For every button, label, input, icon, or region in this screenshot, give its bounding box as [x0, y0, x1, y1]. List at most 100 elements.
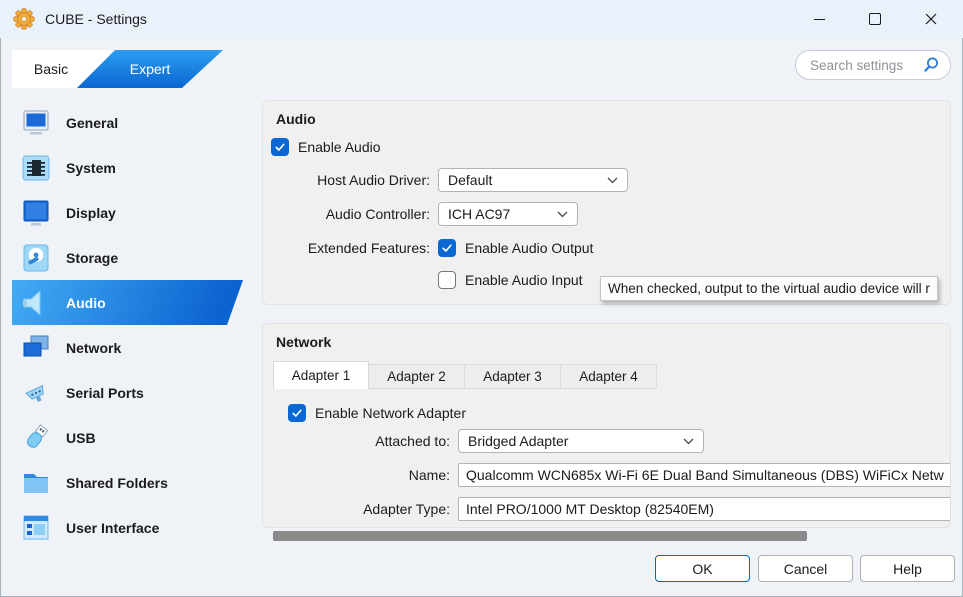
minimize-icon	[814, 19, 825, 20]
search-icon[interactable]	[922, 56, 940, 74]
search-input[interactable]: Search settings	[795, 50, 951, 80]
close-button[interactable]	[903, 0, 959, 38]
sidebar-item-general[interactable]: General	[12, 100, 254, 145]
enable-network-adapter-checkbox[interactable]	[288, 404, 306, 422]
tab-adapter-1[interactable]: Adapter 1	[273, 361, 369, 389]
enable-audio-label: Enable Audio	[298, 139, 381, 155]
audio-controller-row: Audio Controller: ICH AC97	[263, 202, 950, 226]
system-icon	[21, 154, 51, 182]
help-button-label: Help	[893, 561, 922, 577]
maximize-icon	[869, 13, 881, 25]
tab-adapter-3[interactable]: Adapter 3	[465, 364, 561, 389]
name-field[interactable]: Qualcomm WCN685x Wi-Fi 6E Dual Band Simu…	[458, 463, 951, 487]
attached-to-select[interactable]: Bridged Adapter	[458, 429, 704, 453]
adapter-type-value: Intel PRO/1000 MT Desktop (82540EM)	[466, 501, 714, 517]
usb-icon	[21, 424, 51, 452]
enable-network-adapter-row: Enable Network Adapter	[288, 404, 951, 422]
tab-adapter-2[interactable]: Adapter 2	[369, 364, 465, 389]
sidebar-item-user-interface[interactable]: User Interface	[12, 505, 254, 550]
host-audio-driver-label: Host Audio Driver:	[263, 172, 430, 188]
audio-controller-select[interactable]: ICH AC97	[438, 202, 578, 226]
checkmark-icon	[291, 407, 303, 419]
sidebar-item-label: Display	[66, 205, 116, 221]
sidebar-item-network[interactable]: Network	[12, 325, 254, 370]
shared-folders-icon	[21, 469, 51, 497]
sidebar-item-storage[interactable]: Storage	[12, 235, 254, 280]
audio-icon	[21, 289, 51, 317]
horizontal-scrollbar[interactable]	[273, 531, 807, 541]
minimize-button[interactable]	[791, 0, 847, 38]
audio-section-title: Audio	[276, 111, 316, 127]
audio-section: Audio Enable Audio Host Audio Driver: De…	[262, 100, 951, 305]
close-icon	[925, 13, 937, 25]
checkmark-icon	[274, 141, 286, 153]
adapter-tab-bar: Adapter 1 Adapter 2 Adapter 3 Adapter 4	[273, 361, 657, 389]
host-audio-driver-value: Default	[448, 172, 492, 188]
host-audio-driver-row: Host Audio Driver: Default	[263, 168, 950, 192]
checkmark-icon	[441, 242, 453, 254]
tab-adapter-4-label: Adapter 4	[579, 369, 638, 384]
network-section: Network Adapter 1 Adapter 2 Adapter 3 Ad…	[262, 323, 951, 528]
network-section-title: Network	[276, 334, 331, 350]
sidebar-item-label: Network	[66, 340, 121, 356]
tab-adapter-2-label: Adapter 2	[387, 369, 446, 384]
sidebar-item-shared-folders[interactable]: Shared Folders	[12, 460, 254, 505]
sidebar-item-label: Shared Folders	[66, 475, 168, 491]
ok-button[interactable]: OK	[655, 555, 750, 582]
maximize-button[interactable]	[847, 0, 903, 38]
serial-ports-icon	[21, 379, 51, 407]
sidebar-item-label: Serial Ports	[66, 385, 144, 401]
cancel-button[interactable]: Cancel	[758, 555, 853, 582]
adapter-type-field[interactable]: Intel PRO/1000 MT Desktop (82540EM)	[458, 497, 951, 521]
name-value: Qualcomm WCN685x Wi-Fi 6E Dual Band Simu…	[466, 467, 944, 483]
sidebar-item-serial-ports[interactable]: Serial Ports	[12, 370, 254, 415]
tab-expert-label: Expert	[130, 61, 170, 77]
chevron-down-icon	[557, 211, 568, 218]
enable-audio-input-label: Enable Audio Input	[465, 272, 583, 288]
host-audio-driver-select[interactable]: Default	[438, 168, 628, 192]
enable-audio-output-row: Extended Features: Enable Audio Output	[263, 239, 950, 257]
tab-adapter-1-label: Adapter 1	[292, 368, 351, 383]
enable-audio-checkbox[interactable]	[271, 138, 289, 156]
user-interface-icon	[21, 514, 51, 542]
name-label: Name:	[263, 467, 450, 483]
tab-basic-label: Basic	[34, 61, 68, 77]
enable-audio-input-checkbox[interactable]	[438, 271, 456, 289]
sidebar-item-label: USB	[66, 430, 96, 446]
chevron-down-icon	[607, 177, 618, 184]
sidebar-item-audio[interactable]: Audio	[12, 280, 243, 325]
adapter-type-label: Adapter Type:	[263, 501, 450, 517]
enable-audio-output-label: Enable Audio Output	[465, 240, 593, 256]
window-controls	[791, 0, 959, 38]
sidebar-item-label: General	[66, 115, 118, 131]
enable-network-adapter-label: Enable Network Adapter	[315, 405, 466, 421]
cancel-button-label: Cancel	[784, 561, 828, 577]
sidebar-item-label: Audio	[66, 295, 106, 311]
attached-to-label: Attached to:	[263, 433, 450, 449]
window-title: CUBE - Settings	[45, 11, 147, 27]
help-button[interactable]: Help	[860, 555, 955, 582]
tooltip: When checked, output to the virtual audi…	[600, 276, 938, 301]
storage-icon	[21, 244, 51, 272]
settings-window: CUBE - Settings Basic Expert Search sett…	[0, 0, 963, 597]
titlebar: CUBE - Settings	[0, 0, 963, 38]
chevron-down-icon	[683, 438, 694, 445]
sidebar-item-label: User Interface	[66, 520, 159, 536]
tab-adapter-4[interactable]: Adapter 4	[561, 364, 657, 389]
search-placeholder: Search settings	[810, 58, 922, 73]
general-icon	[21, 109, 51, 137]
extended-features-label: Extended Features:	[263, 240, 430, 256]
enable-audio-output-checkbox[interactable]	[438, 239, 456, 257]
attached-to-row: Attached to: Bridged Adapter	[263, 429, 950, 453]
sidebar-item-usb[interactable]: USB	[12, 415, 254, 460]
gear-icon	[13, 8, 35, 30]
sidebar-item-system[interactable]: System	[12, 145, 254, 190]
sidebar-item-label: System	[66, 160, 116, 176]
sidebar: General System Display	[12, 100, 254, 550]
audio-controller-value: ICH AC97	[448, 206, 510, 222]
name-row: Name: Qualcomm WCN685x Wi-Fi 6E Dual Ban…	[263, 463, 950, 487]
sidebar-item-display[interactable]: Display	[12, 190, 254, 235]
ok-button-label: OK	[692, 561, 712, 577]
enable-audio-row: Enable Audio	[271, 138, 951, 156]
audio-controller-label: Audio Controller:	[263, 206, 430, 222]
